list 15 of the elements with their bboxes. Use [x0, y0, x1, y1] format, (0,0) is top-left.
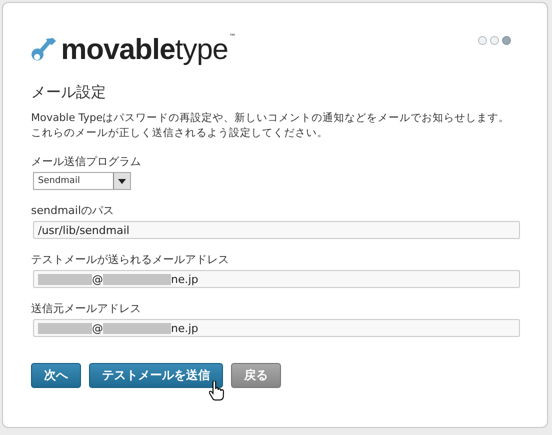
hand-cursor-icon [209, 381, 225, 401]
action-button[interactable]: テストメールを送信 [89, 363, 223, 388]
page-title: メール設定 [31, 83, 107, 102]
action-button[interactable]: 次へ [31, 363, 81, 388]
select-field[interactable]: Sendmail [33, 172, 131, 190]
description-text: Movable Typeはパスワードの再設定や、新しいコメントの通知などをメールでお知らせします。これらのメールが正しく送信されるよう設定してください。 [31, 111, 511, 141]
dropdown-arrow-icon[interactable] [118, 178, 126, 184]
logo-text: movabletype [61, 35, 228, 65]
field-label: 送信元メールアドレス [31, 301, 141, 316]
input-field[interactable]: @ ne.jp [33, 270, 520, 288]
field-label: sendmailのパス [31, 203, 114, 218]
field-label: メール送信プログラム [31, 154, 141, 169]
input-field[interactable]: /usr/lib/sendmail [33, 221, 520, 239]
field-label: テストメールが送られるメールアドレス [31, 252, 229, 267]
input-field[interactable]: @ ne.jp [33, 319, 520, 337]
